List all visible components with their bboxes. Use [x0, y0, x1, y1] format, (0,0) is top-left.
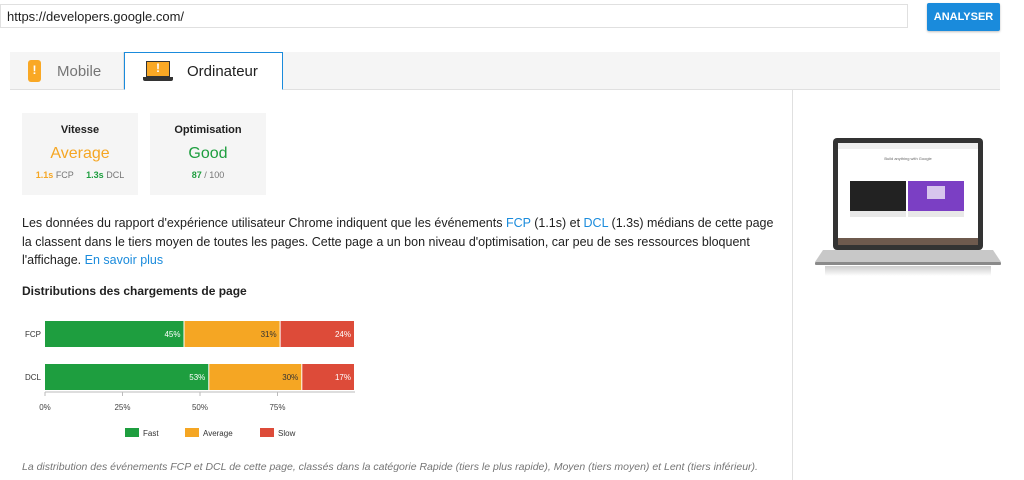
fcp-label: FCP [55, 170, 74, 180]
distribution-chart: 0% 25% 50% 75% FCP 45% 31% 24% DCL 53% 30% 17% Fast A… [20, 310, 380, 450]
x-tick-label: 25% [114, 403, 130, 412]
fcp-value: 1.1s [35, 170, 54, 180]
bar-fast-dcl [45, 364, 209, 390]
legend-label-average: Average [203, 429, 233, 438]
summary-text-1: Les données du rapport d'expérience util… [22, 216, 506, 230]
summary-paragraph: Les données du rapport d'expérience util… [22, 214, 777, 270]
legend-label-slow: Slow [278, 429, 296, 438]
optimization-card-value: Good [188, 145, 228, 162]
fcp-link[interactable]: FCP [506, 216, 531, 230]
distribution-chart-svg: 0% 25% 50% 75% FCP 45% 31% 24% DCL 53% 30% 17% Fast A… [25, 321, 355, 438]
summary-text-2: (1.1s) et [530, 216, 584, 230]
data-label-average-fcp: 31% [261, 330, 277, 339]
data-label-fast-fcp: 45% [164, 330, 180, 339]
tab-mobile[interactable]: Mobile [10, 52, 124, 90]
device-tabs: Mobile Ordinateur [10, 52, 1000, 90]
data-label-slow-fcp: 24% [335, 330, 351, 339]
x-tick-label: 0% [39, 403, 51, 412]
speed-card-metrics: 1.1s FCP 1.3s DCL [22, 170, 138, 180]
optimization-card-title: Optimisation [174, 124, 242, 136]
bar-fast-fcp [45, 321, 184, 347]
legend-swatch-slow [260, 428, 274, 437]
legend-label-fast: Fast [143, 429, 159, 438]
analyze-button[interactable]: ANALYSER [927, 3, 1000, 31]
data-label-fast-dcl: 53% [189, 373, 205, 382]
x-tick-label: 75% [269, 403, 285, 412]
category-label-fcp: FCP [25, 330, 41, 339]
thumbnail-headline: Build anything with Google [884, 156, 932, 161]
category-label-dcl: DCL [25, 373, 42, 382]
x-tick-label: 50% [192, 403, 208, 412]
optimization-score: 87 / 100 [150, 170, 266, 180]
chart-caption: La distribution des événements FCP et DC… [22, 461, 758, 473]
optimization-score-total: / 100 [204, 170, 225, 180]
mobile-warning-icon [28, 60, 41, 82]
dcl-link[interactable]: DCL [584, 216, 609, 230]
data-label-slow-dcl: 17% [335, 373, 351, 382]
page-screenshot-thumbnail: Build anything with Google [815, 138, 1001, 278]
speed-card-title: Vitesse [60, 124, 100, 136]
data-label-average-dcl: 30% [282, 373, 298, 382]
distribution-title: Distributions des chargements de page [22, 284, 247, 298]
speed-score-card: Vitesse Average 1.1s FCP 1.3s DCL [22, 113, 138, 195]
panel-divider [792, 90, 793, 480]
legend-swatch-fast [125, 428, 139, 437]
dcl-label: DCL [106, 170, 125, 180]
desktop-warning-icon [143, 61, 173, 81]
dcl-value: 1.3s [86, 170, 104, 180]
optimization-score-value: 87 [191, 170, 202, 180]
tab-desktop-label: Ordinateur [187, 62, 258, 80]
optimization-score-card: Optimisation Good 87 / 100 [150, 113, 266, 195]
tab-mobile-label: Mobile [57, 62, 102, 80]
legend-swatch-average [185, 428, 199, 437]
speed-card-value: Average [50, 145, 110, 162]
learn-more-link[interactable]: En savoir plus [85, 253, 164, 267]
tab-desktop[interactable]: Ordinateur [124, 52, 283, 90]
url-input[interactable] [0, 4, 908, 28]
